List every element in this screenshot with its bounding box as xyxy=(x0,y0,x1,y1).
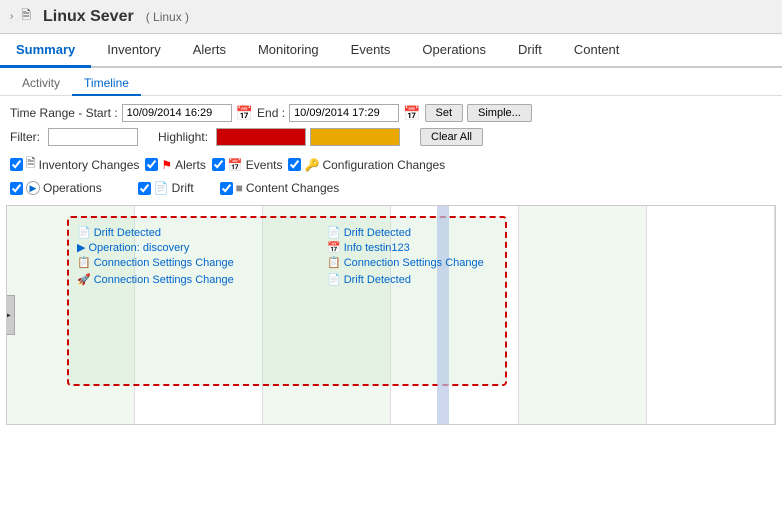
event-operation-1[interactable]: ▶ Operation: discovery xyxy=(77,241,234,254)
right-events: 📄 Drift Detected 📅 Info testin123 📋 Conn… xyxy=(327,226,484,288)
highlight-label: Highlight: xyxy=(158,130,208,144)
alerts-icon: ⚑ xyxy=(161,158,172,172)
tab-inventory[interactable]: Inventory xyxy=(91,34,176,68)
operations-icon: ▶ xyxy=(26,181,40,195)
checkbox-inventory[interactable]: 🗎 Inventory Changes xyxy=(10,154,139,175)
filter-group: Filter: xyxy=(10,128,138,146)
filter-row: Filter: Highlight: Clear All xyxy=(10,128,772,146)
checkbox-drift[interactable]: 📄 Drift xyxy=(138,181,194,195)
event-conn-2[interactable]: 🚀 Connection Settings Change xyxy=(77,273,234,286)
events-label: Events xyxy=(246,158,283,172)
server-title: Linux Sever xyxy=(43,8,134,26)
main-tabs: Summary Inventory Alerts Monitoring Even… xyxy=(0,34,782,68)
server-icon: 🗎 xyxy=(21,6,31,27)
alerts-checkbox[interactable] xyxy=(145,158,158,171)
drift-event-icon-1: 📄 xyxy=(77,226,91,239)
event-drift-1[interactable]: 📄 Drift Detected xyxy=(77,226,234,239)
conn-event-icon-3: 📋 xyxy=(327,256,341,269)
tab-alerts[interactable]: Alerts xyxy=(177,34,242,68)
operations-checkbox[interactable] xyxy=(10,182,23,195)
expand-icon: ▶ xyxy=(6,310,11,321)
start-time-input[interactable] xyxy=(122,104,232,122)
drift-checkbox[interactable] xyxy=(138,182,151,195)
event-drift-3[interactable]: 📄 Drift Detected xyxy=(327,273,484,286)
inventory-label: Inventory Changes xyxy=(39,158,140,172)
inventory-checkbox[interactable] xyxy=(10,158,23,171)
set-button[interactable]: Set xyxy=(425,104,464,122)
drift-label: Drift xyxy=(172,181,194,195)
checkbox-content[interactable]: ■ Content Changes xyxy=(220,181,340,195)
event-info-1[interactable]: 📅 Info testin123 xyxy=(327,241,484,254)
config-icon: 🔑 xyxy=(304,158,319,172)
tab-events[interactable]: Events xyxy=(335,34,407,68)
subtab-timeline[interactable]: Timeline xyxy=(72,72,141,96)
inventory-icon: 🗎 xyxy=(26,154,36,175)
top-bar: › 🗎 Linux Sever ( Linux ) xyxy=(0,0,782,34)
checkbox-row-2: ▶ Operations 📄 Drift ■ Content Changes xyxy=(10,177,772,197)
end-time-input[interactable] xyxy=(289,104,399,122)
tab-summary[interactable]: Summary xyxy=(0,34,91,68)
filter-label: Filter: xyxy=(10,130,40,144)
controls-area: Time Range - Start : 📅 End : 📅 Set Simpl… xyxy=(0,96,782,201)
event-conn-1[interactable]: 📋 Connection Settings Change xyxy=(77,256,234,269)
conn-event-icon-2: 🚀 xyxy=(77,273,91,286)
event-label-drift-3: Drift Detected xyxy=(344,274,411,286)
timeline-col-6 xyxy=(647,206,775,424)
conn-event-icon-1: 📋 xyxy=(77,256,91,269)
drift-event-icon-2: 📄 xyxy=(327,226,341,239)
start-calendar-icon[interactable]: 📅 xyxy=(236,105,253,122)
operation-event-icon-1: ▶ xyxy=(77,241,85,254)
operations-label: Operations xyxy=(43,181,102,195)
timeline-col-5 xyxy=(519,206,647,424)
event-label-conn-2: Connection Settings Change xyxy=(94,274,234,286)
drift-event-icon-3: 📄 xyxy=(327,273,341,286)
drift-icon: 📄 xyxy=(154,181,169,195)
filter-input[interactable] xyxy=(48,128,138,146)
highlight-red-input[interactable] xyxy=(216,128,306,146)
time-range-label: Time Range - Start : xyxy=(10,106,118,120)
checkbox-operations[interactable]: ▶ Operations xyxy=(10,181,102,195)
simple-button[interactable]: Simple... xyxy=(467,104,532,122)
clear-all-button[interactable]: Clear All xyxy=(420,128,483,146)
event-drift-2[interactable]: 📄 Drift Detected xyxy=(327,226,484,239)
events-checkbox[interactable] xyxy=(212,158,225,171)
highlight-group: Highlight: xyxy=(158,128,400,146)
server-subtitle: ( Linux ) xyxy=(146,10,189,24)
content-icon: ■ xyxy=(236,181,243,195)
end-calendar-icon[interactable]: 📅 xyxy=(403,105,420,122)
checkbox-alerts[interactable]: ⚑ Alerts xyxy=(145,158,205,172)
breadcrumb-arrow: › xyxy=(10,11,13,22)
tab-monitoring[interactable]: Monitoring xyxy=(242,34,335,68)
checkbox-events[interactable]: 📅 Events xyxy=(212,158,283,172)
event-label-drift-1: Drift Detected xyxy=(94,227,161,239)
timeline-area: 📄 Drift Detected ▶ Operation: discovery … xyxy=(6,205,776,425)
sub-tabs: Activity Timeline xyxy=(0,68,782,96)
subtab-activity[interactable]: Activity xyxy=(10,72,72,96)
event-label-info-1: Info testin123 xyxy=(344,242,410,254)
left-events: 📄 Drift Detected ▶ Operation: discovery … xyxy=(77,226,234,288)
events-icon: 📅 xyxy=(228,158,243,172)
tab-operations[interactable]: Operations xyxy=(406,34,502,68)
highlight-yellow-input[interactable] xyxy=(310,128,400,146)
info-event-icon-1: 📅 xyxy=(327,241,341,254)
event-label-drift-2: Drift Detected xyxy=(344,227,411,239)
tab-content[interactable]: Content xyxy=(558,34,636,68)
content-label: Content Changes xyxy=(246,181,339,195)
content-checkbox[interactable] xyxy=(220,182,233,195)
timeline-expand-button[interactable]: ▶ xyxy=(6,295,15,335)
event-label-conn-3: Connection Settings Change xyxy=(344,257,484,269)
event-label-conn-1: Connection Settings Change xyxy=(94,257,234,269)
checkbox-row-1: 🗎 Inventory Changes ⚑ Alerts 📅 Events 🔑 … xyxy=(10,150,772,177)
event-conn-3[interactable]: 📋 Connection Settings Change xyxy=(327,256,484,269)
checkbox-config[interactable]: 🔑 Configuration Changes xyxy=(288,158,445,172)
event-label-op-1: Operation: discovery xyxy=(88,242,189,254)
time-range-row: Time Range - Start : 📅 End : 📅 Set Simpl… xyxy=(10,104,772,122)
config-checkbox[interactable] xyxy=(288,158,301,171)
tab-drift[interactable]: Drift xyxy=(502,34,558,68)
end-label: End : xyxy=(257,106,285,120)
config-label: Configuration Changes xyxy=(322,158,445,172)
alerts-label: Alerts xyxy=(175,158,206,172)
